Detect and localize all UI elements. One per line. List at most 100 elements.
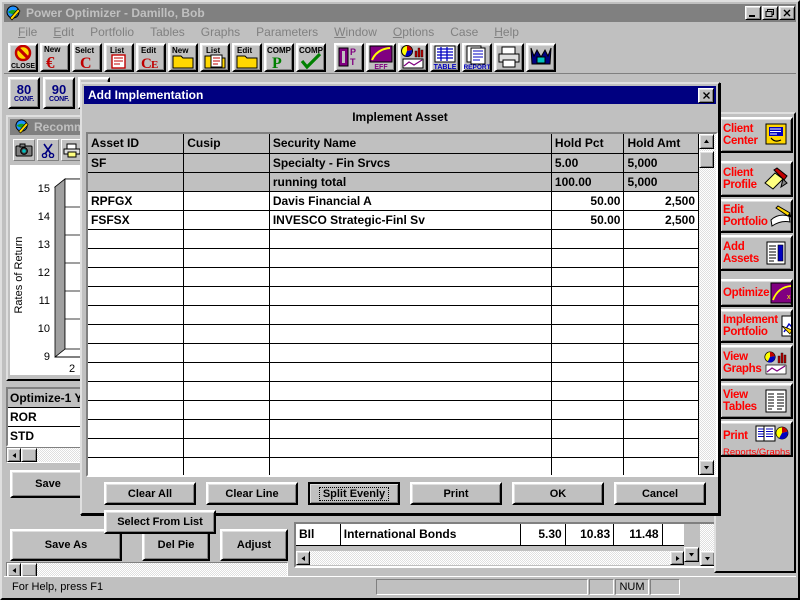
cell-hold-pct[interactable]	[551, 381, 624, 400]
close-case-button[interactable]: CLOSE	[8, 43, 38, 72]
implementation-grid-vertical-scrollbar[interactable]	[699, 134, 716, 475]
list-client-button[interactable]: List	[104, 43, 134, 72]
table-row[interactable]: RPFGXDavis Financial A50.002,500	[88, 191, 699, 210]
table-row[interactable]: SFSpecialty - Fin Srvcs5.005,000	[88, 153, 699, 172]
print-button[interactable]: Print	[410, 482, 502, 505]
cell-hold-pct[interactable]	[551, 362, 624, 381]
table-row[interactable]	[88, 286, 699, 305]
cell-hold-amt[interactable]: 5,000	[624, 172, 699, 191]
cell-hold-amt[interactable]	[624, 248, 699, 267]
cell-cusip[interactable]	[184, 362, 270, 381]
dialog-title-bar[interactable]: Add Implementation	[84, 86, 716, 104]
list-item[interactable]: ROR	[8, 408, 88, 427]
table-row[interactable]	[88, 419, 699, 438]
cell-cusip[interactable]	[184, 172, 270, 191]
menu-item-parameters[interactable]: Parameters	[248, 24, 326, 40]
menu-item-edit[interactable]: Edit	[45, 24, 82, 40]
edit-client-button[interactable]: Edit C E	[136, 43, 166, 72]
implementation-grid-body[interactable]: Asset IDCusipSecurity NameHold PctHold A…	[88, 134, 699, 475]
optimize-summary-list[interactable]: Optimize-1 Yr ROR STD MinROR: 90%	[6, 387, 90, 447]
cell-cusip[interactable]	[184, 324, 270, 343]
conf-90-button[interactable]: 90 CONF.	[43, 77, 75, 109]
cell-hold-pct[interactable]	[551, 229, 624, 248]
cell-hold-amt[interactable]	[624, 381, 699, 400]
cell-security-name[interactable]	[269, 343, 551, 362]
cell-hold-pct[interactable]	[551, 248, 624, 267]
split-evenly-button[interactable]: Split Evenly	[308, 482, 400, 505]
cell-asset-id[interactable]	[88, 381, 184, 400]
cell-asset-id[interactable]: RPFGX	[88, 191, 184, 210]
table-row[interactable]	[88, 229, 699, 248]
list-item[interactable]: STD	[8, 427, 88, 446]
cell-hold-pct[interactable]: 50.00	[551, 210, 624, 229]
table-row[interactable]	[88, 343, 699, 362]
cell-asset-id[interactable]	[88, 248, 184, 267]
cell-cusip[interactable]	[184, 191, 270, 210]
cell-cusip[interactable]	[184, 210, 270, 229]
sidebar-item-edit-portfolio[interactable]: Edit Portfolio	[719, 199, 793, 233]
cell-asset-id[interactable]	[88, 305, 184, 324]
column-header-cusip[interactable]: Cusip	[184, 134, 270, 153]
scroll-left-arrow-icon[interactable]	[7, 448, 21, 462]
scroll-down-arrow-icon[interactable]	[684, 547, 699, 562]
cell-cusip[interactable]	[184, 305, 270, 324]
clear-line-button[interactable]: Clear Line	[206, 482, 298, 505]
scroll-track[interactable]	[310, 551, 670, 565]
scroll-down-arrow-icon[interactable]	[699, 460, 714, 475]
cell-hold-pct[interactable]: 100.00	[551, 172, 624, 191]
cell-hold-amt[interactable]: 5,000	[624, 153, 699, 172]
cell-cusip[interactable]	[184, 153, 270, 172]
close-button[interactable]	[779, 6, 795, 20]
cell-asset-id[interactable]	[88, 400, 184, 419]
sidebar-item-add-assets[interactable]: Add Assets	[719, 235, 793, 271]
cell-asset-id[interactable]	[88, 324, 184, 343]
cell-asset-id[interactable]	[88, 343, 184, 362]
cell-security-name[interactable]	[269, 248, 551, 267]
column-header-hold-amt[interactable]: Hold Amt	[624, 134, 699, 153]
menu-item-graphs[interactable]: Graphs	[193, 24, 248, 40]
cell-hold-amt[interactable]	[624, 324, 699, 343]
sidebar-item-client-profile[interactable]: Client Profile	[719, 161, 793, 197]
adjust-button[interactable]: Adjust	[220, 529, 288, 561]
cell-security-name[interactable]	[269, 362, 551, 381]
cell-asset-id[interactable]: FSFSX	[88, 210, 184, 229]
cell-hold-pct[interactable]	[551, 267, 624, 286]
cell-hold-pct[interactable]	[551, 438, 624, 457]
sidebar-item-client-center[interactable]: Client Center	[719, 117, 793, 153]
sidebar-item-view-tables[interactable]: View Tables	[719, 383, 793, 419]
exit-app-button[interactable]	[526, 43, 556, 72]
cell-cusip[interactable]	[184, 381, 270, 400]
cell-hold-pct[interactable]	[551, 419, 624, 438]
table-button[interactable]: TABLE	[430, 43, 460, 72]
cell-security-name[interactable]: Specialty - Fin Srvcs	[269, 153, 551, 172]
report-button[interactable]: REPORT	[462, 43, 492, 72]
cell-asset-id[interactable]	[88, 286, 184, 305]
cell-hold-pct[interactable]: 5.00	[551, 153, 624, 172]
table-row[interactable]	[88, 438, 699, 457]
efficient-frontier-button[interactable]: EFF	[366, 43, 396, 72]
table-row[interactable]	[88, 305, 699, 324]
cell-hold-amt[interactable]	[624, 286, 699, 305]
asset-grid-vertical-scrollbar[interactable]	[684, 524, 700, 562]
cell-security-name[interactable]	[269, 381, 551, 400]
cell-hold-amt[interactable]: 2,500	[624, 210, 699, 229]
list-case-button[interactable]: List	[200, 43, 230, 72]
cell-security-name[interactable]	[269, 324, 551, 343]
menu-item-help[interactable]: Help	[486, 24, 527, 40]
cell-hold-amt[interactable]	[624, 343, 699, 362]
comp-check-button[interactable]: COMP	[296, 43, 326, 72]
cancel-button[interactable]: Cancel	[614, 482, 706, 505]
menu-item-options[interactable]: Options	[385, 24, 442, 40]
sidebar-item-view-graphs[interactable]: View Graphs	[719, 345, 793, 381]
cell-hold-amt[interactable]	[624, 457, 699, 475]
cell-security-name[interactable]: INVESCO Strategic-Finl Sv	[269, 210, 551, 229]
table-row[interactable]	[88, 400, 699, 419]
scroll-thumb[interactable]	[21, 563, 37, 577]
optimize-pt-button[interactable]: P T	[334, 43, 364, 72]
menu-item-case[interactable]: Case	[442, 24, 486, 40]
asset-grid-horizontal-scrollbar[interactable]	[296, 550, 684, 566]
cell-cusip[interactable]	[184, 400, 270, 419]
ok-button[interactable]: OK	[512, 482, 604, 505]
cell-hold-pct[interactable]	[551, 343, 624, 362]
cell-hold-amt[interactable]	[624, 400, 699, 419]
